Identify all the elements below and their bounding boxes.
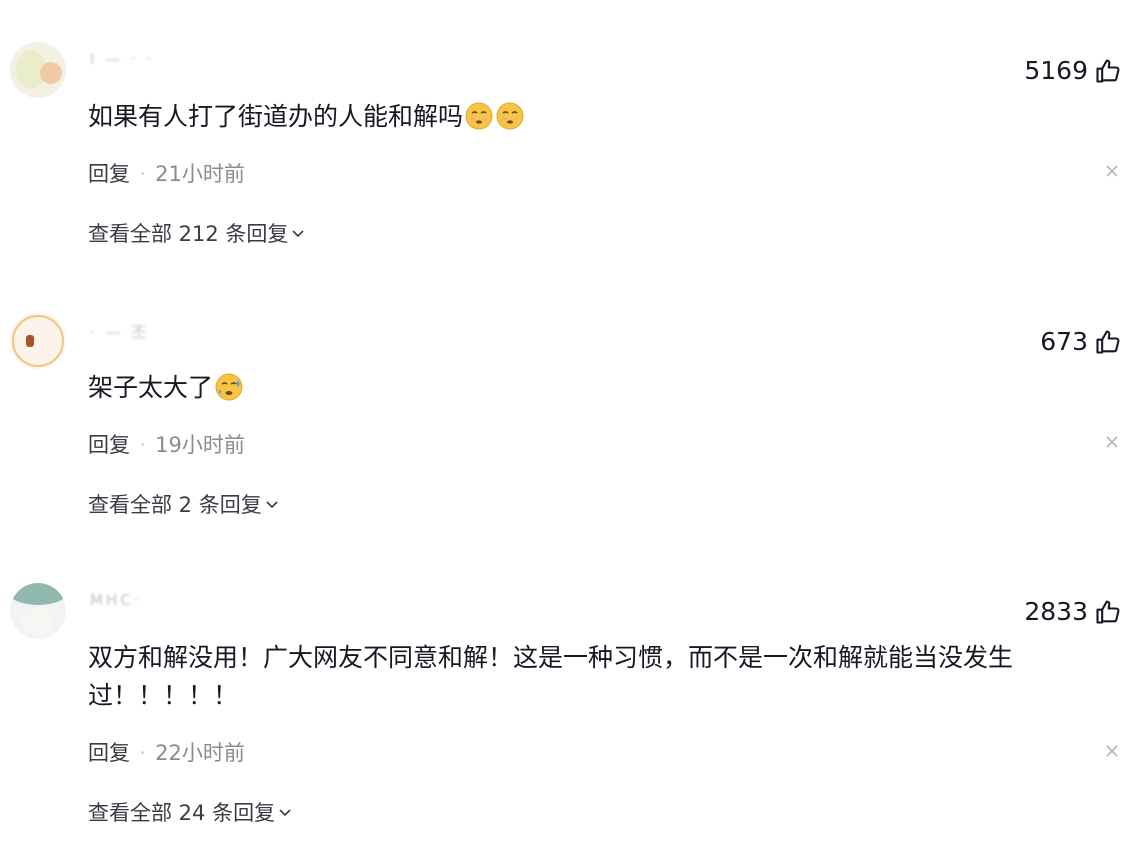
separator: · — [140, 434, 146, 454]
like-count: 5169 — [1024, 56, 1088, 85]
sad-pensive-emoji — [465, 102, 493, 130]
sad-pensive-emoji — [496, 102, 524, 130]
reply-button[interactable]: 回复 — [88, 737, 130, 767]
thumbs-up-icon[interactable] — [1094, 598, 1122, 626]
chevron-down-icon — [279, 809, 291, 817]
comment-text: 如果有人打了街道办的人能和解吗 — [88, 98, 1088, 136]
view-replies-label: 查看全部 212 条回复 — [88, 222, 289, 246]
comment-meta: 回复 · 19小时前 — [88, 429, 245, 459]
like-count: 673 — [1040, 327, 1088, 356]
comment-text-content: 如果有人打了街道办的人能和解吗 — [88, 102, 464, 131]
chevron-down-icon — [292, 230, 305, 238]
timestamp: 22小时前 — [155, 741, 245, 765]
avatar[interactable] — [10, 583, 66, 639]
thumbs-up-icon[interactable] — [1094, 328, 1122, 356]
username[interactable]: I — · · — [90, 50, 250, 70]
comment-text-content: 双方和解没用！广大网友不同意和解！这是一种习惯，而不是一次和解就能当没发生过！！… — [88, 643, 1014, 710]
like-button[interactable]: 2833 — [1024, 597, 1122, 626]
sweat-emoji — [215, 373, 243, 401]
comment-meta: 回复 · 21小时前 — [88, 158, 245, 188]
view-replies-label: 查看全部 2 条回复 — [88, 493, 262, 517]
like-count: 2833 — [1024, 597, 1088, 626]
thumbs-up-icon[interactable] — [1094, 57, 1122, 85]
timestamp: 21小时前 — [155, 162, 245, 186]
like-button[interactable]: 673 — [1040, 327, 1122, 356]
chevron-down-icon — [266, 501, 278, 509]
username[interactable]: MHC· — [90, 591, 250, 611]
like-button[interactable]: 5169 — [1024, 56, 1122, 85]
view-replies-button[interactable]: 查看全部 24 条回复 — [88, 797, 292, 827]
avatar[interactable] — [10, 313, 66, 369]
separator: · — [140, 163, 146, 183]
comment-text: 架子太大了 — [88, 369, 1088, 407]
comment-text: 双方和解没用！广大网友不同意和解！这是一种习惯，而不是一次和解就能当没发生过！！… — [88, 639, 1078, 715]
comment-meta: 回复 · 22小时前 — [88, 737, 245, 767]
reply-button[interactable]: 回复 — [88, 429, 130, 459]
timestamp: 19小时前 — [155, 433, 245, 457]
separator: · — [140, 742, 146, 762]
view-replies-label: 查看全部 24 条回复 — [88, 801, 276, 825]
avatar[interactable] — [10, 42, 66, 98]
close-icon[interactable] — [1104, 434, 1120, 450]
username[interactable]: · — 丕 — [90, 321, 250, 341]
view-replies-button[interactable]: 查看全部 212 条回复 — [88, 218, 305, 248]
view-replies-button[interactable]: 查看全部 2 条回复 — [88, 489, 279, 519]
close-icon[interactable] — [1104, 163, 1120, 179]
close-icon[interactable] — [1104, 743, 1120, 759]
comment-text-content: 架子太大了 — [88, 373, 214, 402]
reply-button[interactable]: 回复 — [88, 158, 130, 188]
